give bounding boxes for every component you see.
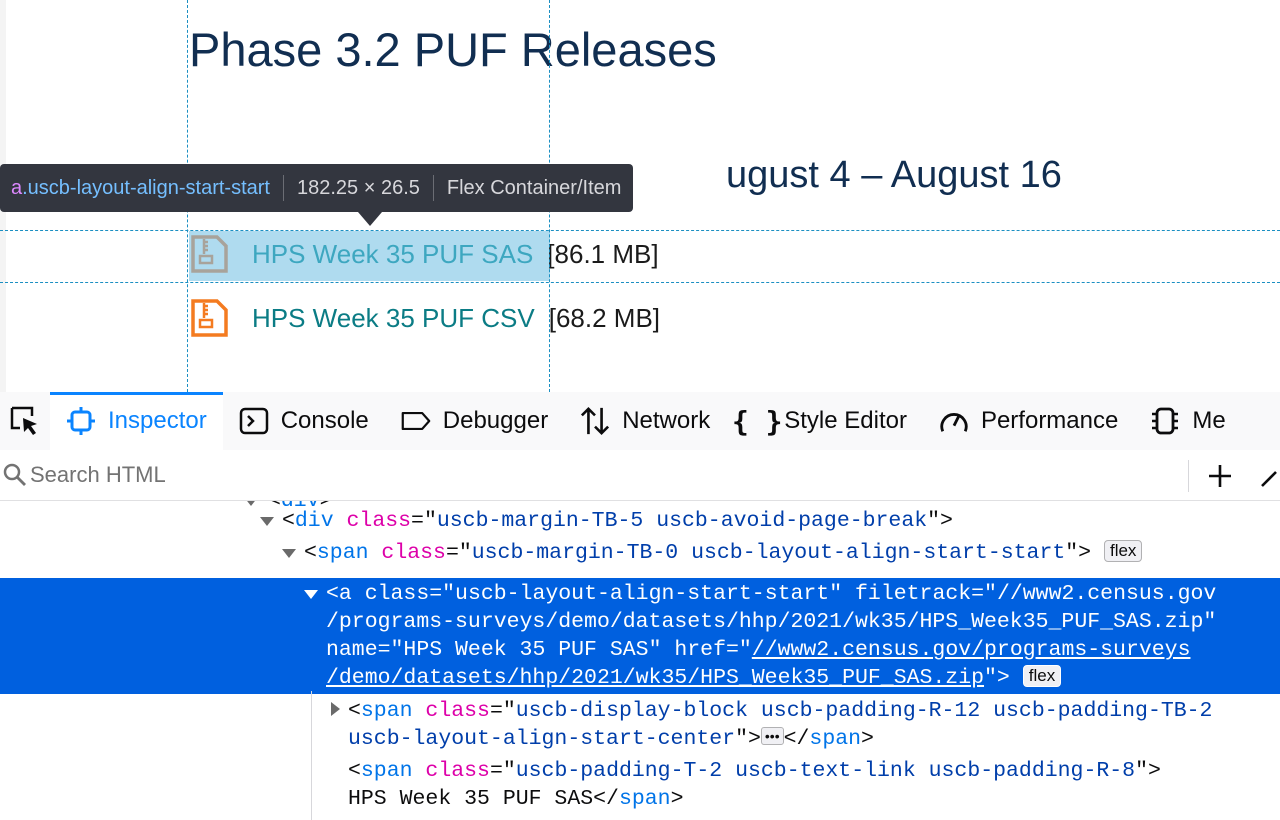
infobar-type: Flex Container/Item [446, 176, 622, 199]
tab-memory[interactable]: Me [1134, 392, 1241, 450]
infobar-class: .uscb-layout-align-start-start [22, 176, 270, 199]
markup-view: <div> <div class="uscb-margin-TB-5 uscb-… [0, 501, 1280, 820]
tab-console[interactable]: Console [223, 392, 385, 450]
tab-label: Console [280, 407, 369, 434]
html-search-bar [0, 450, 1280, 501]
flex-badge[interactable]: flex [1022, 665, 1062, 687]
devtools-panel: Inspector Console Debugger Network { } S… [0, 392, 1280, 820]
web-page-viewport: Phase 3.2 PUF Releases ugust 4 – August … [0, 0, 1280, 392]
tab-debugger[interactable]: Debugger [385, 392, 564, 450]
tab-label: Performance [980, 407, 1119, 434]
collapse-twisty-icon[interactable] [304, 590, 318, 599]
highlighter-infobar: a .uscb-layout-align-start-start 182.25 ×… [0, 164, 634, 226]
element-picker-icon[interactable] [0, 392, 50, 450]
markup-line-child2-text: HPS Week 35 PUF SAS</span> [348, 787, 684, 811]
attr-value: uscb-margin-TB-5 uscb-avoid-page-break [436, 509, 928, 533]
tab-label: Debugger [442, 407, 549, 434]
tab-label: Style Editor [784, 407, 907, 434]
page-title: Phase 3.2 PUF Releases [189, 23, 717, 76]
zip-file-icon [189, 298, 229, 338]
tab-label: Network [622, 407, 711, 434]
tab-performance[interactable]: Performance [923, 392, 1134, 450]
network-icon [580, 406, 610, 436]
expand-twisty-icon[interactable] [260, 517, 274, 526]
text-node: HPS Week 35 PUF SAS [348, 787, 594, 811]
flex-guide-top [0, 230, 1280, 231]
markup-line-span[interactable]: <span class="uscb-margin-TB-0 uscb-layou… [0, 539, 1280, 567]
node-tag: span [316, 541, 369, 565]
infobar-divider [283, 175, 284, 201]
node-tag: div [294, 509, 334, 533]
infobar-tag: a [11, 176, 23, 199]
expand-twisty-icon[interactable] [331, 702, 340, 716]
add-node-icon[interactable] [1206, 462, 1234, 490]
search-html-input[interactable] [30, 462, 1150, 488]
selected-node-a[interactable]: <a class="uscb-layout-align-start-start"… [0, 578, 1280, 694]
inspector-icon [66, 406, 96, 436]
toolbar-divider [1188, 460, 1189, 492]
section-heading: ugust 4 – August 16 [726, 154, 1062, 196]
href-link-part1[interactable]: //www2.census.gov/programs-surveys [752, 638, 1191, 662]
tab-label: Inspector [108, 407, 207, 434]
expand-twisty-icon[interactable] [244, 501, 258, 506]
file-size-csv: [68.2 MB] [548, 302, 661, 333]
markup-line-child1[interactable]: <span class="uscb-display-block uscb-pad… [0, 697, 1280, 725]
performance-icon [939, 406, 969, 436]
style-editor-icon: { } [731, 404, 783, 438]
flex-badge[interactable]: flex [1103, 540, 1143, 562]
tab-network[interactable]: Network [564, 392, 726, 450]
console-icon [239, 406, 269, 436]
file-row-sas: HPS Week 35 PUF SAS [86.1 MB] [189, 234, 659, 274]
file-row-csv: HPS Week 35 PUF CSV [68.2 MB] [189, 298, 660, 338]
devtools-toolbar: Inspector Console Debugger Network { } S… [0, 392, 1280, 451]
markup-line-div[interactable]: <div class="uscb-margin-TB-5 uscb-avoid-… [0, 507, 1280, 535]
file-link-csv[interactable]: HPS Week 35 PUF CSV [252, 303, 535, 334]
eyedropper-icon[interactable] [1258, 462, 1280, 490]
tab-style-editor[interactable]: { } Style Editor [726, 392, 923, 450]
debugger-icon [401, 406, 431, 436]
collapsed-content-button[interactable]: ••• [760, 727, 784, 745]
file-link-sas[interactable]: HPS Week 35 PUF SAS [252, 239, 533, 270]
tab-inspector[interactable]: Inspector [50, 392, 223, 450]
tab-label: Me [1192, 407, 1226, 434]
infobar-divider [432, 175, 434, 201]
infobar-arrow [358, 212, 382, 226]
infobar-dimensions: 182.25 × 26.5 [297, 176, 420, 199]
attr-value: HPS Week 35 PUF SAS [403, 638, 649, 662]
search-icon [0, 450, 30, 500]
flex-guide-bottom [0, 282, 1280, 283]
memory-icon [1150, 406, 1180, 436]
attr-value: uscb-margin-TB-0 uscb-layout-align-start… [471, 541, 1066, 565]
expand-twisty-icon[interactable] [282, 549, 296, 558]
zip-file-icon [189, 234, 229, 274]
file-size-sas: [86.1 MB] [547, 238, 659, 269]
markup-line-child1-cont: uscb-layout-align-start-center"> ••• </spa… [348, 727, 874, 751]
markup-line-child2[interactable]: <span class="uscb-padding-T-2 uscb-text-… [0, 757, 1280, 785]
href-link-part2[interactable]: /demo/datasets/hhp/2021/wk35/HPS_Week35_… [326, 666, 984, 690]
